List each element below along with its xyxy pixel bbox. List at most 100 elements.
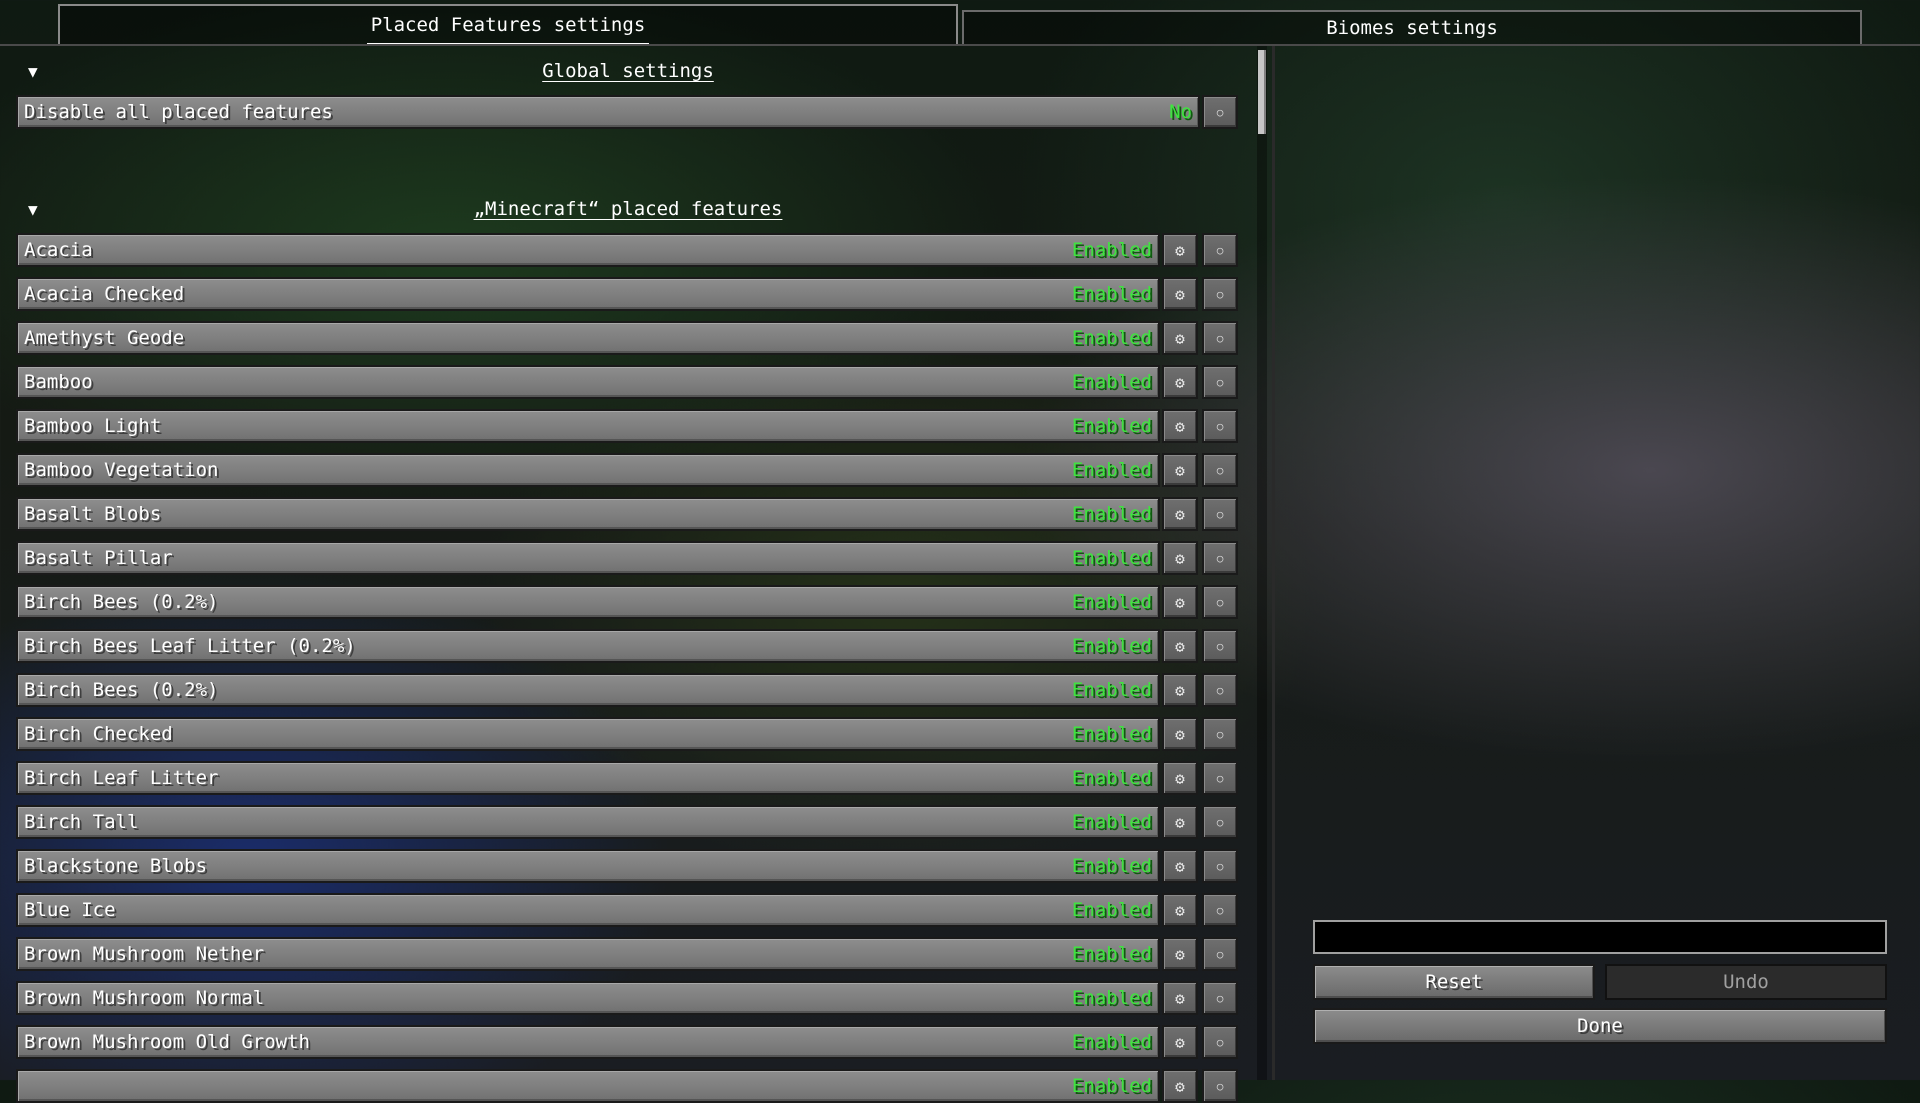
reset-icon[interactable]: ○ [1202, 585, 1238, 619]
gear-icon[interactable]: ⚙ [1162, 497, 1198, 531]
reset-icon[interactable]: ○ [1202, 365, 1238, 399]
status-value[interactable]: Enabled [1072, 679, 1152, 701]
feature-toggle-button[interactable]: Brown Mushroom Nether Enabled [16, 937, 1160, 971]
gear-icon[interactable]: ⚙ [1162, 321, 1198, 355]
reset-icon[interactable]: ○ [1202, 409, 1238, 443]
global-settings-header[interactable]: ▼ Global settings [16, 56, 1240, 86]
undo-button[interactable]: Undo [1605, 964, 1887, 1000]
status-value[interactable]: Enabled [1072, 723, 1152, 745]
gear-icon[interactable]: ⚙ [1162, 1025, 1198, 1059]
feature-toggle-button[interactable]: Blue Ice Enabled [16, 893, 1160, 927]
settings-list[interactable]: ▼ Global settings ▼ „Minecraft“ placed f… [0, 46, 1270, 1103]
status-value[interactable]: Enabled [1072, 767, 1152, 789]
reset-icon[interactable]: ○ [1202, 629, 1238, 663]
status-value[interactable]: Enabled [1072, 987, 1152, 1009]
gear-icon[interactable]: ⚙ [1162, 761, 1198, 795]
reset-icon[interactable]: ○ [1202, 717, 1238, 751]
collapse-arrow-icon[interactable]: ▼ [28, 62, 38, 81]
feature-toggle-button[interactable]: Acacia Checked Enabled [16, 277, 1160, 311]
feature-toggle-button[interactable]: Enabled [16, 1069, 1160, 1103]
feature-toggle-button[interactable]: Basalt Blobs Enabled [16, 497, 1160, 531]
feature-toggle-button[interactable]: Bamboo Light Enabled [16, 409, 1160, 443]
gear-icon[interactable]: ⚙ [1162, 629, 1198, 663]
reset-icon[interactable]: ○ [1202, 849, 1238, 883]
feature-toggle-button[interactable]: Bamboo Enabled [16, 365, 1160, 399]
tab-biomes-settings[interactable]: Biomes settings [962, 10, 1862, 44]
reset-button[interactable]: Reset [1313, 964, 1595, 1000]
feature-name: Acacia [24, 239, 93, 261]
gear-icon[interactable]: ⚙ [1162, 233, 1198, 267]
feature-toggle-button[interactable]: Amethyst Geode Enabled [16, 321, 1160, 355]
reset-icon[interactable]: ○ [1202, 1025, 1238, 1059]
feature-toggle-button[interactable]: Brown Mushroom Normal Enabled [16, 981, 1160, 1015]
status-value[interactable]: Enabled [1072, 855, 1152, 877]
section-title[interactable]: „Minecraft“ placed features [474, 198, 783, 220]
feature-toggle-button[interactable]: Bamboo Vegetation Enabled [16, 453, 1160, 487]
done-button[interactable]: Done [1313, 1008, 1887, 1044]
reset-icon[interactable]: ○ [1202, 761, 1238, 795]
gear-icon[interactable]: ⚙ [1162, 673, 1198, 707]
collapse-arrow-icon[interactable]: ▼ [28, 200, 38, 219]
status-value[interactable]: Enabled [1072, 415, 1152, 437]
setting-toggle-button[interactable]: Disable all placed features No [16, 95, 1200, 129]
status-value[interactable]: Enabled [1072, 1075, 1152, 1097]
feature-name: Acacia Checked [24, 283, 185, 305]
feature-toggle-button[interactable]: Acacia Enabled [16, 233, 1160, 267]
scrollbar-track[interactable] [1257, 46, 1267, 1080]
gear-icon[interactable]: ⚙ [1162, 365, 1198, 399]
gear-icon[interactable]: ⚙ [1162, 541, 1198, 575]
status-value[interactable]: Enabled [1072, 811, 1152, 833]
gear-icon[interactable]: ⚙ [1162, 717, 1198, 751]
status-value[interactable]: Enabled [1072, 327, 1152, 349]
status-value[interactable]: Enabled [1072, 503, 1152, 525]
status-value[interactable]: Enabled [1072, 899, 1152, 921]
feature-toggle-button[interactable]: Birch Bees Leaf Litter (0.2%) Enabled [16, 629, 1160, 663]
reset-icon[interactable]: ○ [1202, 277, 1238, 311]
tab-placed-features-settings[interactable]: Placed Features settings [58, 4, 958, 46]
reset-icon[interactable]: ○ [1202, 1069, 1238, 1103]
gear-icon[interactable]: ⚙ [1162, 849, 1198, 883]
status-value[interactable]: No [1169, 101, 1192, 123]
status-value[interactable]: Enabled [1072, 459, 1152, 481]
feature-toggle-button[interactable]: Blackstone Blobs Enabled [16, 849, 1160, 883]
gear-icon[interactable]: ⚙ [1162, 1069, 1198, 1103]
section-title[interactable]: Global settings [542, 60, 714, 82]
reset-icon[interactable]: ○ [1202, 321, 1238, 355]
feature-toggle-button[interactable]: Brown Mushroom Old Growth Enabled [16, 1025, 1160, 1059]
status-value[interactable]: Enabled [1072, 1031, 1152, 1053]
reset-icon[interactable]: ○ [1202, 673, 1238, 707]
reset-icon[interactable]: ○ [1202, 497, 1238, 531]
feature-toggle-button[interactable]: Birch Checked Enabled [16, 717, 1160, 751]
gear-icon[interactable]: ⚙ [1162, 893, 1198, 927]
reset-icon[interactable]: ○ [1202, 981, 1238, 1015]
reset-icon[interactable]: ○ [1202, 233, 1238, 267]
status-value[interactable]: Enabled [1072, 943, 1152, 965]
gear-icon[interactable]: ⚙ [1162, 981, 1198, 1015]
feature-toggle-button[interactable]: Birch Tall Enabled [16, 805, 1160, 839]
reset-icon[interactable]: ○ [1202, 453, 1238, 487]
status-value[interactable]: Enabled [1072, 371, 1152, 393]
status-value[interactable]: Enabled [1072, 239, 1152, 261]
gear-icon[interactable]: ⚙ [1162, 277, 1198, 311]
search-input[interactable] [1313, 920, 1887, 954]
feature-toggle-button[interactable]: Birch Leaf Litter Enabled [16, 761, 1160, 795]
feature-toggle-button[interactable]: Birch Bees (0.2%) Enabled [16, 585, 1160, 619]
gear-icon[interactable]: ⚙ [1162, 937, 1198, 971]
feature-toggle-button[interactable]: Basalt Pillar Enabled [16, 541, 1160, 575]
reset-icon[interactable]: ○ [1202, 805, 1238, 839]
reset-icon[interactable]: ○ [1202, 893, 1238, 927]
status-value[interactable]: Enabled [1072, 283, 1152, 305]
gear-icon[interactable]: ⚙ [1162, 805, 1198, 839]
feature-toggle-button[interactable]: Birch Bees (0.2%) Enabled [16, 673, 1160, 707]
gear-icon[interactable]: ⚙ [1162, 409, 1198, 443]
reset-icon[interactable]: ○ [1202, 95, 1238, 129]
gear-icon[interactable]: ⚙ [1162, 585, 1198, 619]
status-value[interactable]: Enabled [1072, 547, 1152, 569]
scrollbar-thumb[interactable] [1258, 50, 1266, 134]
gear-icon[interactable]: ⚙ [1162, 453, 1198, 487]
status-value[interactable]: Enabled [1072, 635, 1152, 657]
reset-icon[interactable]: ○ [1202, 541, 1238, 575]
reset-icon[interactable]: ○ [1202, 937, 1238, 971]
minecraft-features-header[interactable]: ▼ „Minecraft“ placed features [16, 194, 1240, 224]
status-value[interactable]: Enabled [1072, 591, 1152, 613]
